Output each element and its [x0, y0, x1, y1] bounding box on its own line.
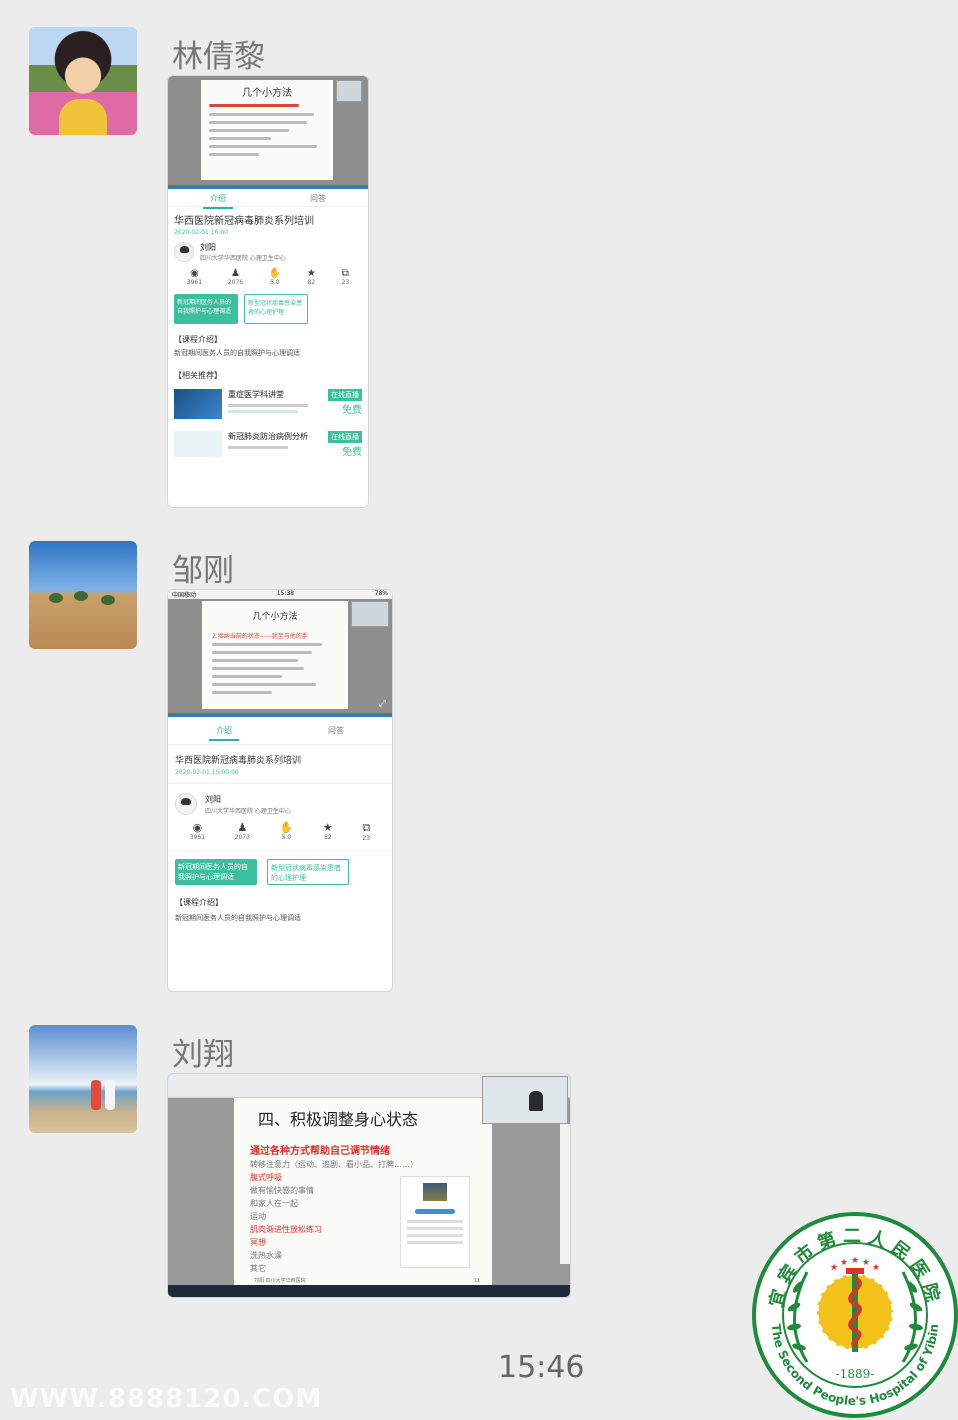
course-title: 华西医院新冠病毒肺炎系列培训: [175, 756, 302, 766]
svg-text:★: ★: [872, 1263, 880, 1273]
eye-icon: ◉: [192, 821, 203, 834]
people-icon: ♟: [237, 821, 248, 834]
slide-title: 几个小方法: [252, 612, 298, 622]
stats-row: ◉ 3961 ♟ 2076 ✋ 5.0 ★ 82 ⧉ 23: [186, 268, 350, 286]
status-battery: 78%: [374, 590, 388, 597]
teacher-avatar: [174, 242, 194, 262]
free-label: 免费: [342, 405, 362, 416]
course-date: 2020-02-01 15:00:00: [175, 769, 239, 776]
svg-text:★: ★: [851, 1256, 859, 1266]
stats-row: ◉ 3961 ♟ 2073 ✋ 5.0 ★ 82 ⧉ 23: [189, 821, 371, 842]
tab-qa[interactable]: 问答: [280, 725, 392, 744]
rec-item-2[interactable]: 新冠肺炎防治病例分析 在线直播 免费: [174, 431, 362, 458]
tab-intro[interactable]: 介绍: [168, 725, 280, 744]
sender-name: 刘翔: [172, 1037, 234, 1073]
slide-heading: 2.接纳当前的状态——我至与他的手: [212, 633, 308, 640]
svg-text:★: ★: [840, 1258, 848, 1268]
status-carrier: 中国移动: [172, 592, 197, 599]
image-message[interactable]: 几个小方法 介绍 问答 华西医院新冠病毒肺炎系列培训 2020-02-01 16…: [167, 75, 369, 508]
sender-name: 林倩黎: [172, 39, 265, 75]
fullscreen-icon[interactable]: ⤢: [379, 699, 386, 709]
hospital-logo: 宜宾市第二人民医院 The Second People's Hospital o…: [752, 1212, 958, 1418]
teacher-avatar: [175, 793, 197, 815]
live-badge: 在线直播: [328, 389, 362, 401]
slide-page-number: 11: [473, 1278, 480, 1284]
intro-body: 新冠期间医务人员的自我照护与心理调适: [175, 914, 301, 922]
teacher-org: 四川大学华西医院 心理卫生中心: [205, 807, 291, 815]
course-title: 华西医院新冠病毒肺炎系列培训: [174, 216, 314, 227]
intro-heading: 【课程介绍】: [174, 335, 222, 344]
avatar[interactable]: [29, 27, 137, 135]
svg-text:★: ★: [862, 1258, 870, 1268]
taskbar: [168, 1285, 570, 1297]
share-icon: ⧉: [362, 821, 371, 834]
rec-item-1[interactable]: 重症医学科讲堂 在线直播 免费: [174, 389, 362, 419]
intro-heading: 【课程介绍】: [175, 898, 223, 907]
sender-name: 邹刚: [172, 553, 234, 589]
intro-body: 新冠期间医务人员的自我照护与心理调适: [174, 349, 300, 357]
star-icon: ★: [306, 268, 316, 279]
image-message[interactable]: 四、积极调整身心状态 通过各种方式帮助自己调节情绪 转移注意力（运动、追剧、看小…: [167, 1073, 571, 1298]
logo-year: -1889-: [836, 1367, 875, 1381]
people-icon: ♟: [230, 268, 240, 279]
tag-2[interactable]: 新型冠状病毒感染患者的心理护理: [244, 294, 308, 324]
share-icon: ⧉: [341, 268, 349, 279]
status-time: 15:38: [276, 590, 294, 597]
slide-title: 四、积极调整身心状态: [258, 1110, 419, 1129]
thumb-icon: ✋: [268, 268, 282, 279]
rec-heading: 【相关推荐】: [174, 371, 222, 380]
avatar[interactable]: [29, 1025, 137, 1133]
course-date: 2020-02-01 16:00: [174, 229, 229, 236]
teacher-name: 刘阳: [205, 794, 221, 804]
eye-icon: ◉: [190, 268, 199, 279]
video-area: 几个小方法 2.接纳当前的状态——我至与他的手 ⤢: [168, 599, 392, 717]
svg-text:★: ★: [830, 1263, 838, 1273]
watermark: WWW.8888120.COM: [10, 1384, 323, 1414]
thumb-icon: ✋: [279, 821, 294, 834]
message-time: 15:46: [498, 1350, 585, 1385]
teacher-name: 刘阳: [200, 243, 216, 252]
slide-footer: 刘阳 四川大学华西医院: [254, 1278, 306, 1284]
teacher-org: 四川大学华西医院 心理卫生中心: [200, 255, 286, 262]
tab-intro[interactable]: 介绍: [168, 193, 268, 209]
tag-1[interactable]: 新冠期间医务人员的自我照护与心理调适: [174, 294, 238, 324]
tag-1[interactable]: 新冠期间医务人员的自我照护与心理调适: [175, 859, 257, 885]
slide-title: 几个小方法: [242, 88, 292, 99]
video-area: 几个小方法: [168, 76, 368, 189]
star-icon: ★: [322, 821, 333, 834]
tag-2[interactable]: 新型冠状病毒感染患者的心理护理: [267, 859, 349, 885]
avatar[interactable]: [29, 541, 137, 649]
tab-qa[interactable]: 问答: [268, 193, 368, 206]
image-message[interactable]: 中国移动 15:38 78% 几个小方法 2.接纳当前的状态——我至与他的手 ⤢…: [167, 589, 393, 992]
